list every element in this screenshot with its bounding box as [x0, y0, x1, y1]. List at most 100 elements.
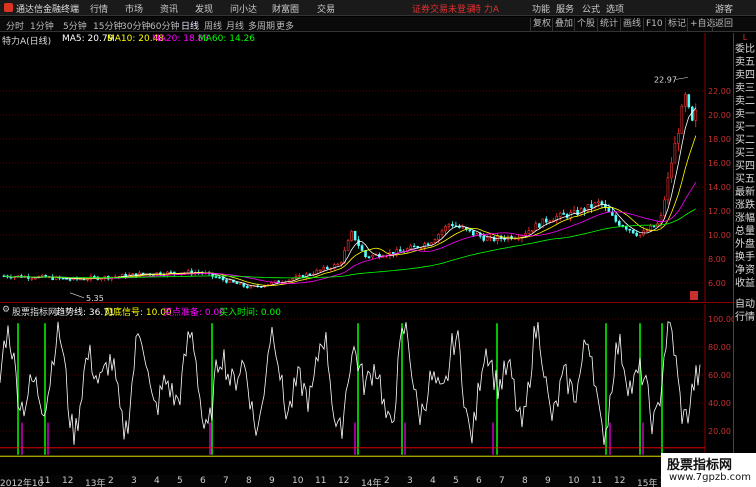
quote-field-label[interactable]: 买二 [734, 134, 756, 147]
quote-field-label[interactable]: 委比 [734, 43, 756, 56]
f10-button[interactable]: F10 [643, 18, 663, 31]
statistics-button[interactable]: 统计 [597, 18, 618, 31]
quote-field-label[interactable]: 最新 [734, 186, 756, 199]
ma20-line [3, 181, 697, 284]
candle-body [308, 273, 312, 276]
date-tick-label: 12 [614, 476, 626, 486]
candle-body [652, 225, 656, 228]
quote-field-label[interactable]: 涨跌 [734, 199, 756, 212]
price-tick-label: 6.00 [708, 279, 726, 288]
quote-field-label[interactable]: 卖一 [734, 108, 756, 121]
legend-ma5: MA5: 20.79 [62, 34, 114, 44]
candle-body [482, 236, 486, 241]
low-price-pointer [69, 292, 85, 299]
quote-field-label[interactable]: 买四 [734, 160, 756, 173]
indicator-tick-label: 20.00 [708, 427, 731, 436]
candle-body [246, 286, 249, 289]
kline-chart[interactable]: 22.00 20.00 18.00 16.00 14.00 12.00 10.00 8.00 6… [0, 33, 733, 303]
menu-trade[interactable]: 交易 [317, 2, 335, 15]
indicator-name[interactable]: 股票指标网 [12, 305, 57, 318]
tab-5min[interactable]: 5分钟 [63, 19, 87, 32]
indicator-tick-label: 80.00 [708, 343, 731, 352]
quote-field-label[interactable]: 换手 [734, 251, 756, 264]
indicator-buy-time: 买入时间: 0.00 [219, 308, 281, 318]
menu-xiaoda[interactable]: 问小达 [230, 2, 257, 15]
tab-daily[interactable]: 日线 [181, 19, 199, 32]
overlay-button[interactable]: 叠加 [552, 18, 573, 31]
candle-body [663, 199, 666, 216]
quote-field-label[interactable]: 买五 [734, 173, 756, 186]
ma60-line [3, 208, 697, 279]
menu-service[interactable]: 服务 [556, 2, 574, 15]
tab-intraday[interactable]: 分时 [6, 19, 24, 32]
candle-body [677, 133, 680, 144]
candle-body [409, 245, 413, 250]
candle-body [221, 277, 225, 281]
auto-quote-button[interactable]: 自动 [734, 298, 756, 311]
quote-field-label[interactable]: 总量 [734, 225, 756, 238]
menu-market[interactable]: 市场 [125, 2, 143, 15]
tab-monthly[interactable]: 月线 [226, 19, 244, 32]
candle-body [239, 283, 242, 285]
candle-body [412, 245, 416, 248]
candle-body [30, 277, 34, 280]
quote-field-label[interactable]: 涨幅 [734, 212, 756, 225]
restore-rights-button[interactable]: 复权 [530, 18, 551, 31]
quote-field-label[interactable]: 收益 [734, 277, 756, 290]
quote-field-label[interactable]: 卖五 [734, 56, 756, 69]
menu-wealth[interactable]: 财富圈 [272, 2, 299, 15]
candle-body [590, 204, 593, 208]
stock-name: 特 力A [472, 5, 500, 15]
menu-function[interactable]: 功能 [532, 2, 550, 15]
tab-60min[interactable]: 60分钟 [150, 19, 179, 32]
indicator-bottom-signal: 见底信号: 10.00 [104, 308, 172, 318]
login-notice[interactable]: 证券交易未登录 [412, 2, 475, 15]
candle-body [235, 281, 239, 285]
mark-button[interactable]: 标记 [665, 18, 686, 31]
indicator-settings-icon[interactable]: ⚙ [2, 305, 10, 315]
candle-body [225, 279, 228, 283]
tab-multi-period[interactable]: 多周期 [248, 19, 275, 32]
quote-field-label[interactable]: 卖三 [734, 82, 756, 95]
candle-body [670, 162, 673, 179]
tab-1min[interactable]: 1分钟 [30, 19, 54, 32]
candle-body [645, 230, 649, 233]
candle-body [322, 266, 326, 271]
price-tick-label: 20.00 [708, 111, 731, 120]
candle-body [364, 250, 367, 258]
date-tick-label: 11 [591, 476, 603, 486]
app-title: 通达信金融终端 [16, 5, 80, 15]
ma5-line [3, 107, 697, 288]
indicator-chart[interactable]: 100.00 80.00 60.00 40.00 20.00 [0, 304, 733, 475]
menu-discover[interactable]: 发现 [195, 2, 213, 15]
back-button[interactable]: 返回 [712, 18, 733, 31]
stock-button[interactable]: 个股 [574, 18, 595, 31]
panel-divider [0, 302, 733, 303]
menu-formula[interactable]: 公式 [582, 2, 600, 15]
tab-weekly[interactable]: 周线 [204, 19, 222, 32]
quote-field-label[interactable]: 净资 [734, 264, 756, 277]
quote-field-label[interactable]: 外盘 [734, 238, 756, 251]
user-guest[interactable]: 游客 [715, 2, 733, 15]
tab-more[interactable]: 更多 [276, 19, 294, 32]
candle-body [631, 229, 635, 234]
menu-quotes[interactable]: 行情 [90, 2, 108, 15]
draw-line-button[interactable]: 画线 [620, 18, 641, 31]
quote-field-label[interactable]: 卖二 [734, 95, 756, 108]
tab-30min[interactable]: 30分钟 [121, 19, 150, 32]
auto-quote-button[interactable]: 行情 [734, 311, 756, 324]
quote-field-label[interactable]: 卖四 [734, 69, 756, 82]
date-tick-label: 12 [338, 476, 350, 486]
menu-options[interactable]: 选项 [606, 2, 624, 15]
tab-15min[interactable]: 15分钟 [93, 19, 122, 32]
candle-body [451, 223, 454, 227]
menu-news[interactable]: 资讯 [160, 2, 178, 15]
quote-field-label[interactable]: 买一 [734, 121, 756, 134]
quote-field-label[interactable]: 买三 [734, 147, 756, 160]
high-price-label: 22.97 [654, 75, 677, 84]
indicator-tick-label: 60.00 [708, 371, 731, 380]
quote-side-panel[interactable]: L 委比 卖五 卖四 卖三 卖二 卖一 买一 买二 买三 买四 买五 最新 涨跌 涨幅 总量 外盘 换手 净资 收益自… [733, 33, 756, 487]
panel-header[interactable]: L [734, 33, 756, 43]
trend-line [0, 321, 701, 446]
candle-body [33, 277, 37, 280]
